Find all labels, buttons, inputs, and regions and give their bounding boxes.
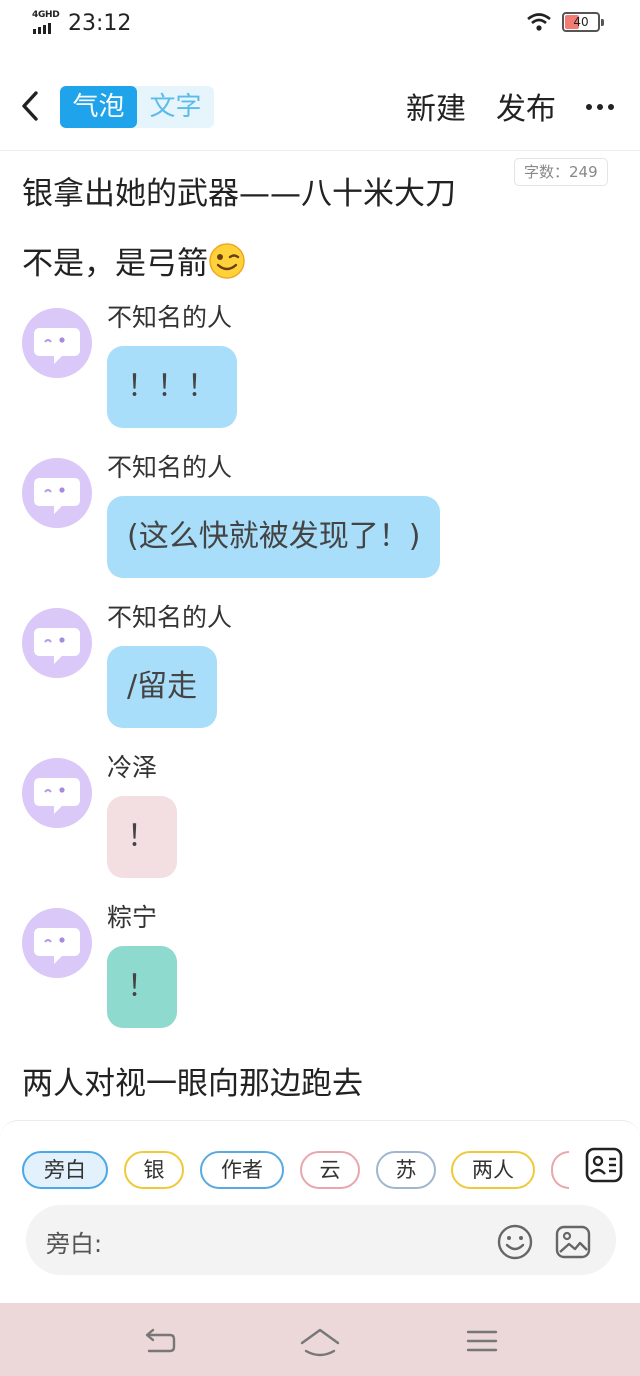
role-chip[interactable]: 苏 bbox=[376, 1151, 436, 1189]
battery-icon: 40 bbox=[562, 12, 604, 32]
avatar[interactable] bbox=[22, 908, 92, 978]
sender-name: 粽宁 bbox=[107, 903, 158, 932]
message-bubble[interactable]: ！！！ bbox=[107, 346, 237, 428]
top-bar: 气泡 文字 新建 发布 bbox=[0, 78, 640, 136]
message-bubble[interactable]: (这么快就被发现了！) bbox=[107, 496, 441, 578]
mode-bubble-tab[interactable]: 气泡 bbox=[60, 86, 137, 128]
narration-line[interactable]: 两人对视一眼向那边跑去 bbox=[22, 1058, 363, 1103]
narration-text: 不是，是弓箭 bbox=[22, 246, 208, 282]
publish-button[interactable]: 发布 bbox=[496, 84, 556, 128]
chat-bubble-face-icon bbox=[34, 778, 80, 814]
message-input[interactable]: 旁白: bbox=[26, 1205, 616, 1275]
battery-level: 40 bbox=[573, 15, 589, 29]
input-panel: 旁白 银 作者 云 苏 两人 旁白: bbox=[0, 1120, 640, 1305]
sender-name: 不知名的人 bbox=[107, 303, 233, 332]
new-button[interactable]: 新建 bbox=[406, 84, 466, 128]
more-icon[interactable] bbox=[584, 90, 616, 120]
role-chip[interactable]: 作者 bbox=[200, 1151, 284, 1189]
network-type: 4GHD bbox=[32, 10, 60, 20]
narration-line[interactable]: 不是，是弓箭 bbox=[22, 238, 246, 283]
image-icon[interactable] bbox=[554, 1223, 592, 1261]
avatar[interactable] bbox=[22, 758, 92, 828]
wifi-icon bbox=[527, 13, 551, 31]
chat-bubble-face-icon bbox=[34, 328, 80, 364]
nav-menu-icon[interactable] bbox=[462, 1321, 502, 1361]
chat-message: 不知名的人 ！！！ bbox=[0, 303, 640, 438]
avatar[interactable] bbox=[22, 458, 92, 528]
back-arrow-icon[interactable] bbox=[14, 86, 46, 126]
input-role-label: 旁白: bbox=[46, 1230, 103, 1258]
cellular-signal-icon: 4GHD bbox=[32, 10, 62, 36]
chat-message: 不知名的人 /留走 bbox=[0, 603, 640, 738]
chat-bubble-face-icon bbox=[34, 928, 80, 964]
header-divider bbox=[0, 150, 640, 151]
mode-text-tab[interactable]: 文字 bbox=[137, 86, 214, 128]
system-nav-bar bbox=[0, 1303, 640, 1376]
role-chip[interactable]: 云 bbox=[300, 1151, 360, 1189]
clock: 23:12 bbox=[68, 11, 132, 36]
avatar[interactable] bbox=[22, 308, 92, 378]
mode-toggle: 气泡 文字 bbox=[60, 86, 214, 128]
chat-message: 粽宁 ！ bbox=[0, 903, 640, 1038]
nav-home-icon[interactable] bbox=[300, 1321, 340, 1361]
sender-name: 不知名的人 bbox=[107, 453, 233, 482]
message-bubble[interactable]: /留走 bbox=[107, 646, 218, 728]
role-chip[interactable]: 两人 bbox=[451, 1151, 535, 1189]
avatar[interactable] bbox=[22, 608, 92, 678]
chat-bubble-face-icon bbox=[34, 478, 80, 514]
word-count-badge: 字数：249 bbox=[514, 158, 608, 186]
role-chip[interactable]: 旁白 bbox=[22, 1151, 108, 1189]
role-chip[interactable] bbox=[551, 1151, 569, 1189]
chat-message: 冷泽 ！ bbox=[0, 753, 640, 888]
sender-name: 不知名的人 bbox=[107, 603, 233, 632]
role-chip[interactable]: 银 bbox=[124, 1151, 184, 1189]
chat-bubble-face-icon bbox=[34, 628, 80, 664]
role-list-icon[interactable] bbox=[584, 1145, 624, 1185]
status-bar: 4GHD 23:12 40 bbox=[0, 0, 640, 52]
sender-name: 冷泽 bbox=[107, 753, 158, 782]
narration-line[interactable]: 银拿出她的武器——八十米大刀 bbox=[22, 168, 456, 213]
nav-back-icon[interactable] bbox=[140, 1321, 180, 1361]
chat-message: 不知名的人 (这么快就被发现了！) bbox=[0, 453, 640, 588]
winking-face-emoji bbox=[209, 243, 245, 279]
message-bubble[interactable]: ！ bbox=[107, 796, 177, 878]
message-bubble[interactable]: ！ bbox=[107, 946, 177, 1028]
emoji-icon[interactable] bbox=[496, 1223, 534, 1261]
